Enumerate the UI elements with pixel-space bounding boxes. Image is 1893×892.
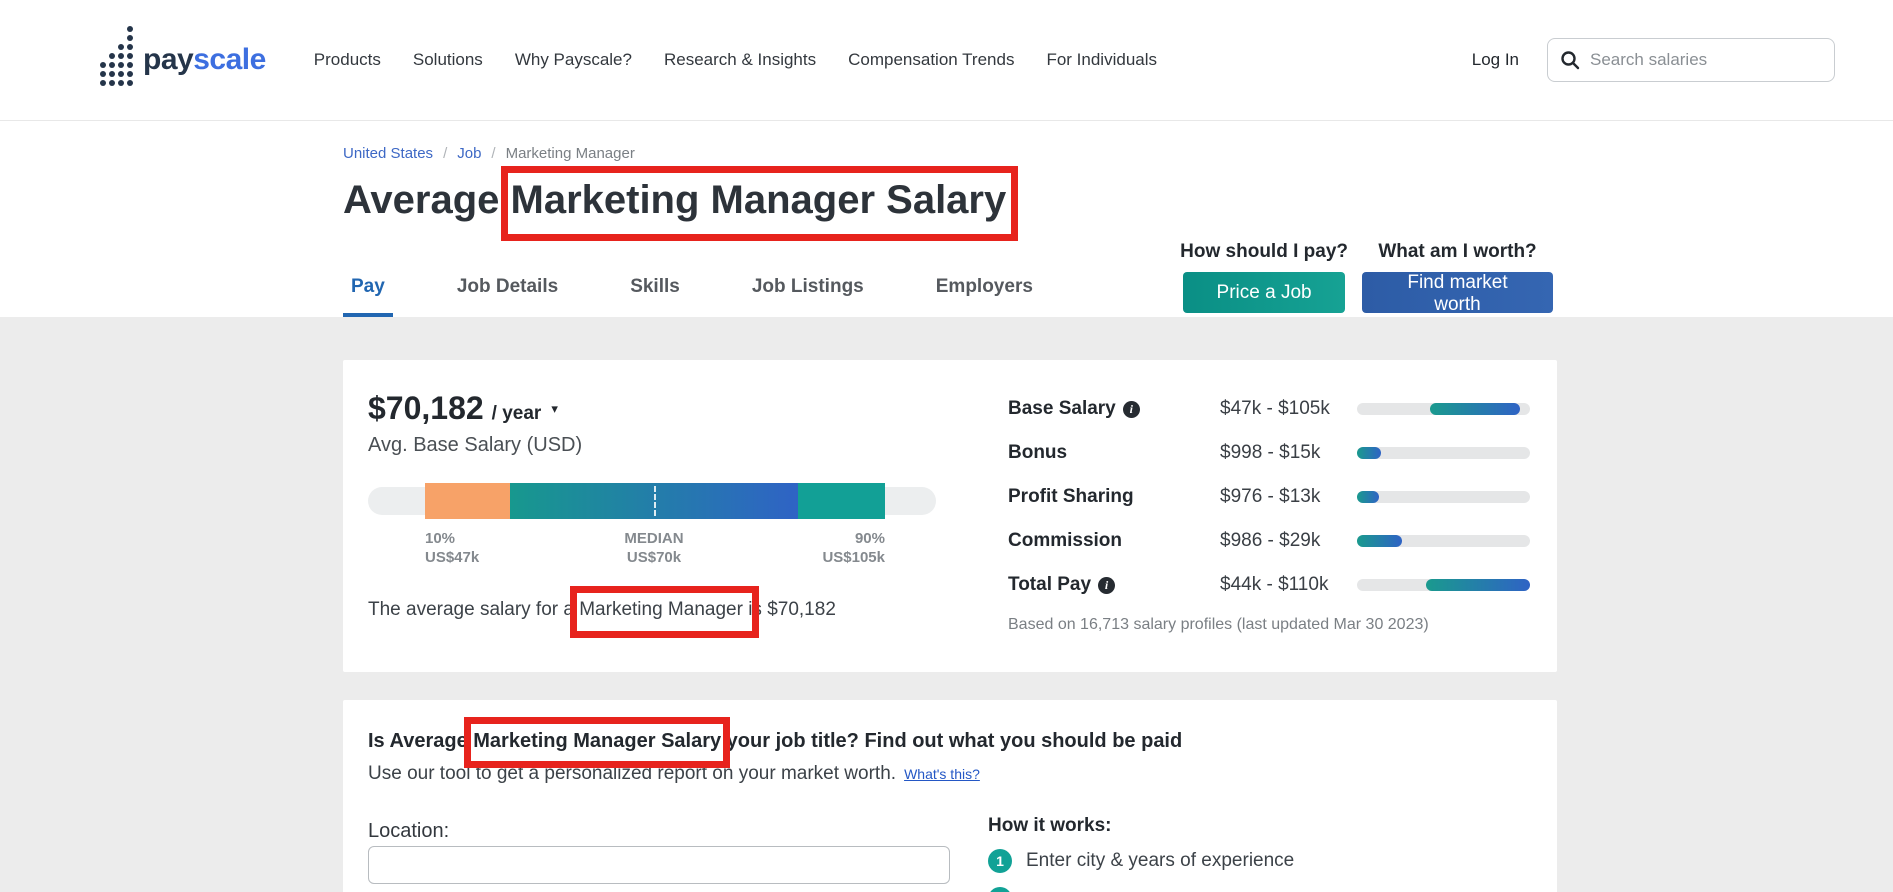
breadcrumb-current: Marketing Manager xyxy=(505,145,635,162)
percentile-90-label: 90% US$105k xyxy=(822,530,885,566)
pay-row-bonus: Bonus $998 - $15k xyxy=(1008,440,1530,466)
nav-item-solutions[interactable]: Solutions xyxy=(413,50,483,70)
nav-item-why-payscale[interactable]: Why Payscale? xyxy=(515,50,632,70)
how-should-i-pay-label: How should I pay? xyxy=(1180,241,1348,262)
info-icon[interactable]: i xyxy=(1122,400,1140,418)
how-it-works-title: How it works: xyxy=(988,815,1112,836)
find-market-worth-button[interactable]: Find market worth xyxy=(1362,272,1553,315)
band-segment-mid xyxy=(510,483,798,519)
breadcrumb-job[interactable]: Job xyxy=(457,145,481,162)
main-content: $70,182 / year ▾ Avg. Base Salary (USD) … xyxy=(0,317,1893,892)
salary-search-box[interactable] xyxy=(1547,38,1835,82)
nav-item-products[interactable]: Products xyxy=(314,50,381,70)
summary-highlight: Marketing Manager xyxy=(579,599,743,620)
salary-summary-sentence: The average salary for a Marketing Manag… xyxy=(368,586,936,638)
tab-job-listings[interactable]: Job Listings xyxy=(744,276,872,317)
breadcrumb-separator: / xyxy=(491,145,496,162)
what-am-i-worth-label: What am I worth? xyxy=(1378,241,1537,262)
salary-amount-selector[interactable]: $70,182 / year ▾ xyxy=(368,390,936,427)
main-nav: Products Solutions Why Payscale? Researc… xyxy=(314,50,1157,70)
heading-highlight: Marketing Manager Salary xyxy=(473,730,722,752)
median-label: MEDIAN US$70k xyxy=(624,530,684,566)
location-label: Location: xyxy=(368,820,450,842)
salary-percentile-chart: 10% US$47k MEDIAN US$70k 90% US$105k xyxy=(368,483,936,567)
price-a-job-button[interactable]: Price a Job xyxy=(1183,272,1346,313)
step-2-badge xyxy=(988,887,1012,892)
payscale-logo-icon xyxy=(100,26,133,86)
how-it-works-step-1: 1 Enter city & years of experience xyxy=(988,849,1294,873)
page-title: Average Marketing Manager Salary xyxy=(343,166,1553,241)
range-bar xyxy=(1357,447,1530,459)
pay-row-commission: Commission $986 - $29k xyxy=(1008,528,1530,554)
search-icon xyxy=(1561,51,1580,70)
breadcrumb-separator: / xyxy=(443,145,448,162)
range-bar xyxy=(1357,403,1530,415)
pay-row-profit-sharing: Profit Sharing $976 - $13k xyxy=(1008,484,1530,510)
how-it-works-step-2-clipped xyxy=(988,887,1294,892)
page-title-highlight: Marketing Manager Salary xyxy=(510,178,1007,222)
chevron-down-icon[interactable]: ▾ xyxy=(551,401,558,417)
whats-this-link[interactable]: What's this? xyxy=(904,766,980,782)
tab-job-details[interactable]: Job Details xyxy=(449,276,566,317)
tab-bar: Pay Job Details Skills Job Listings Empl… xyxy=(343,276,1041,317)
pay-breakdown: Base Salary i $47k - $105k Bonus $998 - $… xyxy=(1008,396,1530,634)
tab-employers[interactable]: Employers xyxy=(928,276,1041,317)
salary-summary-card: $70,182 / year ▾ Avg. Base Salary (USD) … xyxy=(343,360,1557,672)
page-hero: United States / Job / Marketing Manager … xyxy=(0,121,1893,317)
search-input[interactable] xyxy=(1590,50,1822,70)
payscale-logo[interactable]: payscale xyxy=(100,26,266,86)
avg-base-salary-label: Avg. Base Salary (USD) xyxy=(368,434,583,456)
range-bar xyxy=(1357,535,1530,547)
pay-row-base-salary: Base Salary i $47k - $105k xyxy=(1008,396,1530,422)
salary-period: / year xyxy=(491,403,542,424)
market-worth-subtext: Use our tool to get a personalized repor… xyxy=(368,763,980,784)
tab-pay[interactable]: Pay xyxy=(343,276,393,317)
tab-skills[interactable]: Skills xyxy=(622,276,688,317)
nav-item-for-individuals[interactable]: For Individuals xyxy=(1046,50,1157,70)
breadcrumb: United States / Job / Marketing Manager xyxy=(343,121,1553,162)
pay-row-total-pay: Total Pay i $44k - $110k xyxy=(1008,572,1530,598)
how-it-works: How it works: 1 Enter city & years of ex… xyxy=(988,815,1294,892)
location-input[interactable] xyxy=(368,846,950,884)
profiles-footnote: Based on 16,713 salary profiles (last up… xyxy=(1008,616,1429,633)
nav-item-compensation-trends[interactable]: Compensation Trends xyxy=(848,50,1014,70)
site-header: payscale Products Solutions Why Payscale… xyxy=(0,0,1893,121)
range-bar xyxy=(1357,491,1530,503)
range-bar xyxy=(1357,579,1530,591)
step-1-badge: 1 xyxy=(988,849,1012,873)
percentile-10-label: 10% US$47k xyxy=(425,530,480,566)
info-icon[interactable]: i xyxy=(1098,576,1116,594)
breadcrumb-united-states[interactable]: United States xyxy=(343,145,433,162)
market-worth-card: Is Average Marketing Manager Salary your… xyxy=(343,700,1557,892)
band-segment-low xyxy=(425,483,510,519)
market-worth-heading: Is Average Marketing Manager Salary your… xyxy=(368,717,1182,768)
login-link[interactable]: Log In xyxy=(1472,50,1519,70)
payscale-logo-text: payscale xyxy=(143,43,266,76)
salary-amount: $70,182 xyxy=(368,390,484,426)
median-dashed-line xyxy=(654,486,656,516)
band-segment-high xyxy=(798,483,885,519)
nav-item-research-insights[interactable]: Research & Insights xyxy=(664,50,816,70)
cta-block: How should I pay? Price a Job What am I … xyxy=(1180,241,1553,315)
